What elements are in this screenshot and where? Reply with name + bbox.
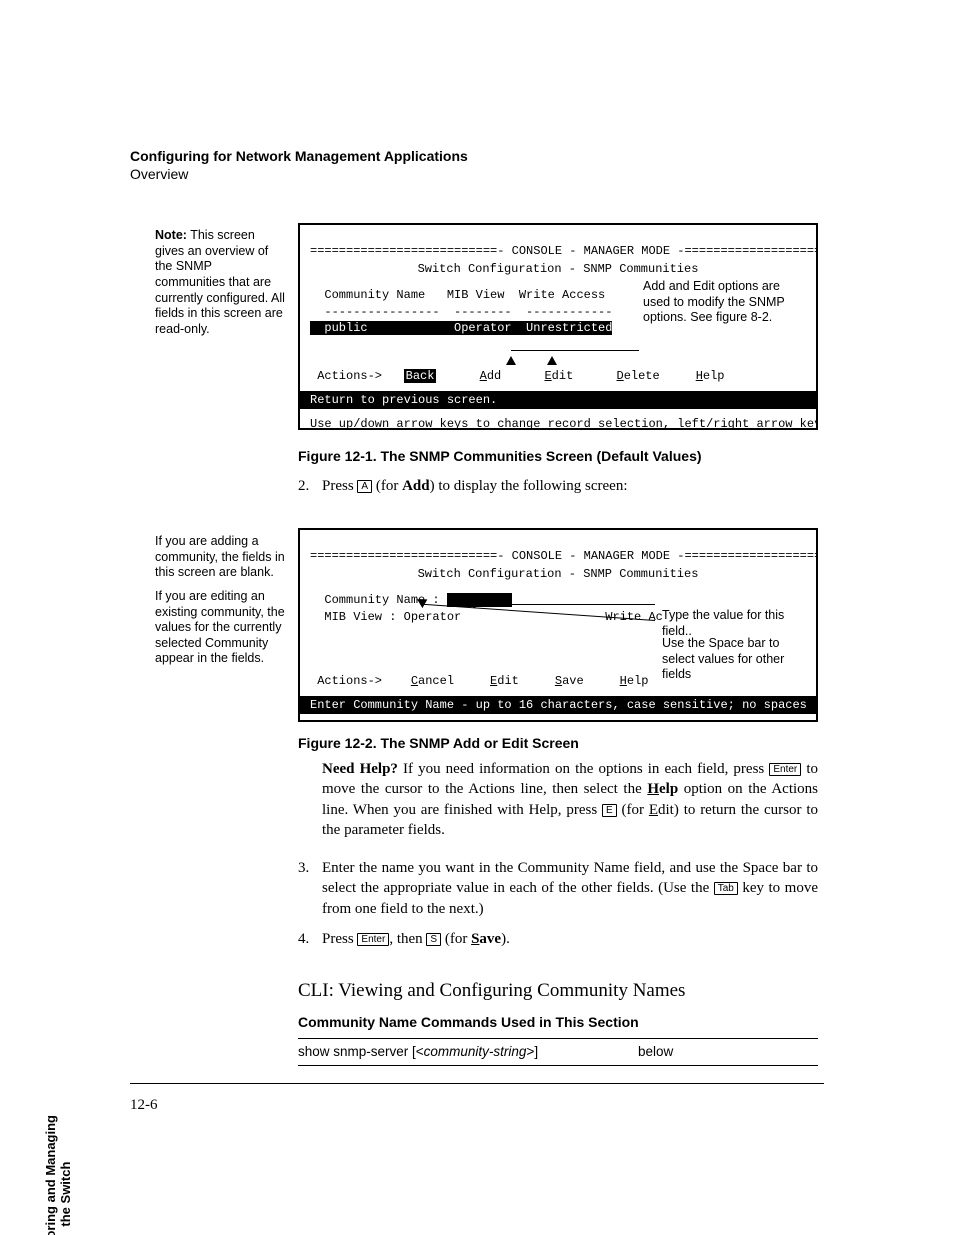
pointer-edit-icon (547, 356, 557, 365)
step-3-num: 3. (298, 858, 322, 919)
shot1-status-2: Use up/down arrow keys to change record … (300, 415, 816, 430)
margin-note-1: Note: This screen gives an overview of t… (155, 228, 285, 337)
shot2-title: ==========================- CONSOLE - MA… (310, 548, 806, 564)
command-ref: below (638, 1043, 818, 1061)
margin-note-2b: If you are editing an existing community… (155, 589, 285, 667)
commands-subheading: Community Name Commands Used in This Sec… (298, 1013, 818, 1032)
thumb-tab-line1: Monitoring and Managing (44, 1115, 59, 1235)
page-number: 12-6 (130, 1097, 158, 1114)
need-help-label: Need Help? (322, 761, 398, 777)
margin-note-2a: If you are adding a community, the field… (155, 534, 285, 581)
note-text: This screen gives an overview of the SNM… (155, 228, 285, 336)
callout-spacebar: Use the Space bar to select values for o… (662, 636, 812, 683)
footer-rule (130, 1083, 824, 1084)
callout2a-line (470, 604, 655, 605)
step-4-num: 4. (298, 929, 322, 949)
step-2: 2. Press A (for Add) to display the foll… (298, 476, 818, 496)
shot1-subtitle: Switch Configuration - SNMP Communities (310, 261, 806, 277)
pointer-add-icon (506, 356, 516, 365)
shot1-back-button: Back (404, 369, 437, 383)
step-2-num: 2. (298, 476, 322, 496)
shot2-status-inv: Enter Community Name - up to 16 characte… (300, 696, 816, 714)
key-e: E (602, 804, 617, 817)
margin-note-2: If you are adding a community, the field… (155, 534, 285, 667)
key-enter-2: Enter (357, 933, 389, 946)
shot1-title: ==========================- CONSOLE - MA… (310, 243, 806, 259)
header-title: Configuring for Network Management Appli… (130, 148, 468, 164)
cli-section-heading: CLI: Viewing and Configuring Community N… (298, 978, 818, 1004)
header-subtitle: Overview (130, 166, 188, 182)
thumb-tab: Monitoring and Managing the Switch (44, 1115, 74, 1235)
shot1-selected-row: public Operator Unrestricted (310, 321, 612, 335)
need-help-block: Need Help? If you need information on th… (298, 759, 818, 840)
step-2-text: Press A (for Add) to display the followi… (322, 476, 818, 496)
callout1-line (511, 350, 639, 351)
figure-12-1-caption: Figure 12-1. The SNMP Communities Screen… (298, 448, 702, 464)
shot2-subtitle: Switch Configuration - SNMP Communities (310, 566, 806, 582)
callout-type-value: Type the value for this field.. (662, 608, 812, 639)
key-tab: Tab (714, 882, 738, 895)
key-enter-1: Enter (769, 763, 801, 776)
thumb-tab-line2: the Switch (59, 1115, 74, 1235)
page: Configuring for Network Management Appli… (0, 0, 954, 1235)
key-a: A (357, 480, 372, 493)
command-syntax: show snmp-server [<community-string>] (298, 1043, 638, 1061)
step-3: 3. Enter the name you want in the Commun… (298, 858, 818, 919)
figure-12-2-caption: Figure 12-2. The SNMP Add or Edit Screen (298, 735, 579, 751)
note-label: Note: (155, 228, 187, 242)
command-row: show snmp-server [<community-string>] be… (298, 1038, 818, 1066)
shot1-status-inv: Return to previous screen. (300, 391, 816, 409)
console-screenshot-1: ==========================- CONSOLE - MA… (298, 223, 818, 430)
step-4: 4. Press Enter, then S (for Save). (298, 929, 818, 949)
running-header: Configuring for Network Management Appli… (130, 148, 468, 183)
callout-add-edit: Add and Edit options are used to modify … (643, 279, 803, 326)
key-s: S (426, 933, 441, 946)
shot2-status-2: Use arrow keys to change field selection… (300, 720, 816, 722)
